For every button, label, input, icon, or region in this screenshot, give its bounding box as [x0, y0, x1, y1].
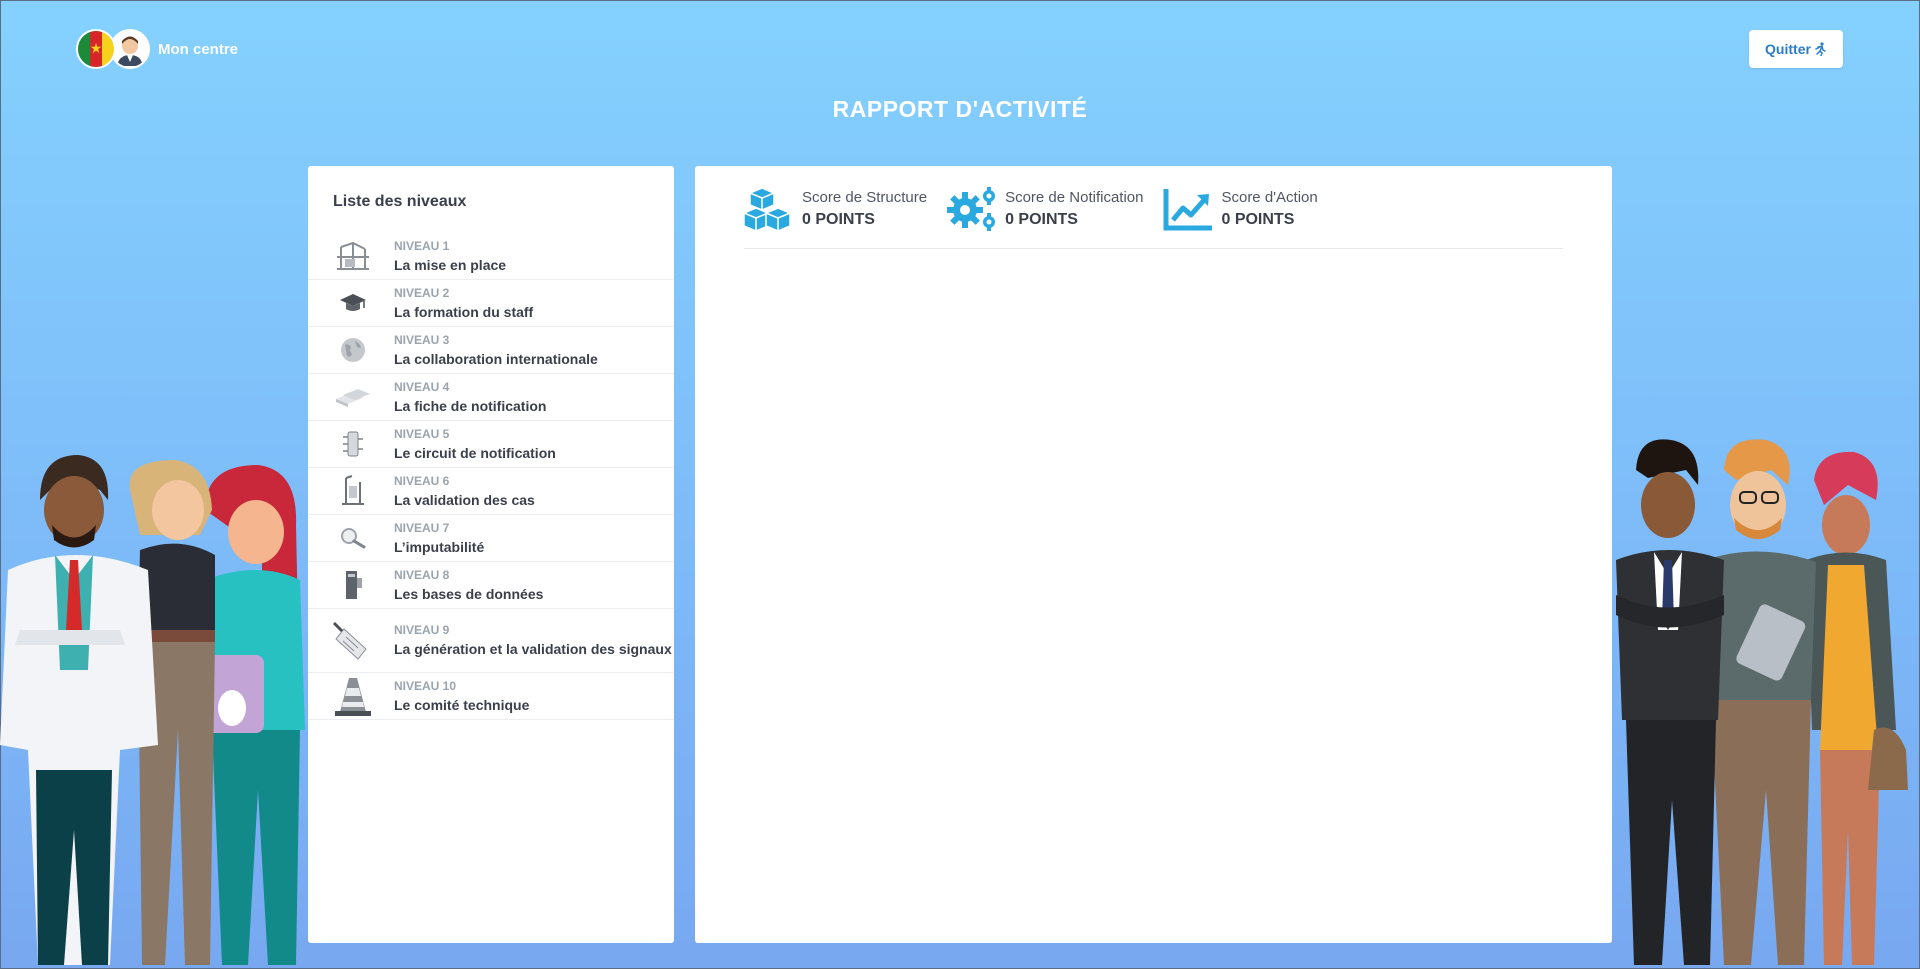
level-item-3[interactable]: NIVEAU 3 La collaboration internationale	[308, 327, 674, 374]
level-name: La collaboration internationale	[394, 350, 598, 367]
trend-chart-icon	[1163, 189, 1213, 231]
cubes-icon	[744, 187, 791, 232]
structure-score: Score de Structure 0 POINTS	[744, 186, 927, 232]
healthcare-team-illustration	[0, 455, 305, 965]
cone-icon	[328, 677, 378, 716]
level-item-4[interactable]: NIVEAU 4 La fiche de notification	[308, 374, 674, 421]
signal-icon	[328, 621, 378, 660]
score-value: 0 POINTS	[802, 210, 875, 228]
level-number: NIVEAU 7	[394, 520, 450, 535]
level-name: La validation des cas	[394, 491, 535, 508]
notification-score: Score de Notification 0 POINTS	[947, 186, 1143, 232]
level-name: La formation du staff	[394, 303, 534, 320]
score-value: 0 POINTS	[1221, 210, 1295, 228]
level-number: NIVEAU 10	[394, 678, 457, 693]
quit-button[interactable]: Quitter	[1749, 30, 1843, 68]
level-number: NIVEAU 8	[394, 567, 450, 582]
level-name: Les bases de données	[394, 585, 544, 602]
level-item-10[interactable]: NIVEAU 10 Le comité technique	[308, 673, 674, 720]
documents-icon	[328, 378, 378, 416]
level-name: La fiche de notification	[394, 397, 547, 414]
level-item-9[interactable]: NIVEAU 9 La génération et la validation d…	[308, 609, 674, 673]
levels-list: NIVEAU 1 La mise en place NIVEAU 2 La form…	[308, 233, 674, 720]
score-label: Score d'Action	[1221, 188, 1318, 206]
levels-panel-title: Liste des niveaux	[333, 193, 467, 210]
level-item-1[interactable]: NIVEAU 1 La mise en place	[308, 233, 674, 280]
centre-link[interactable]: ★ Mon centre	[76, 29, 238, 69]
level-name: Le comité technique	[394, 696, 530, 713]
level-number: NIVEAU 6	[394, 473, 450, 488]
centre-label: Mon centre	[158, 40, 239, 58]
score-value: 0 POINTS	[1005, 210, 1078, 228]
cameroon-flag-icon: ★	[76, 29, 116, 69]
validation-icon	[328, 472, 378, 510]
running-man-icon	[1815, 42, 1826, 56]
level-item-6[interactable]: NIVEAU 6 La validation des cas	[308, 468, 674, 515]
avatar	[110, 29, 150, 69]
score-label: Score de Structure	[802, 188, 928, 206]
levels-panel: Liste des niveaux NIVEAU 1 La mise en pla…	[308, 166, 674, 943]
database-icon	[328, 566, 378, 604]
level-item-5[interactable]: NIVEAU 5 Le circuit de notification	[308, 421, 674, 468]
level-number: NIVEAU 2	[394, 285, 450, 300]
action-score: Score d'Action 0 POINTS	[1163, 186, 1318, 232]
magnifier-icon	[328, 519, 378, 557]
globe-icon	[328, 331, 378, 369]
level-number: NIVEAU 4	[394, 379, 450, 394]
circuit-icon	[328, 425, 378, 463]
office-team-illustration	[1616, 439, 1908, 965]
level-number: NIVEAU 5	[394, 426, 450, 441]
level-item-2[interactable]: NIVEAU 2 La formation du staff	[308, 280, 674, 327]
level-item-7[interactable]: NIVEAU 7 L’imputabilité	[308, 515, 674, 562]
graduation-cap-icon	[328, 284, 378, 322]
level-number: NIVEAU 9	[394, 623, 450, 637]
level-name: La mise en place	[394, 256, 507, 273]
level-name: Le circuit de notification	[394, 444, 556, 461]
level-item-8[interactable]: NIVEAU 8 Les bases de données	[308, 562, 674, 609]
report-panel: Score de Structure 0 POINTS Score de Not…	[695, 166, 1612, 943]
quit-label: Quitter	[1765, 41, 1811, 57]
score-label: Score de Notification	[1005, 188, 1144, 206]
gears-icon	[947, 187, 996, 231]
level-number: NIVEAU 3	[394, 332, 450, 347]
level-name: La génération et la validation des signa…	[394, 641, 672, 657]
divider	[744, 248, 1563, 249]
scaffold-icon	[328, 237, 378, 275]
page-title: RAPPORT D'ACTIVITÉ	[832, 96, 1088, 122]
level-name: L’imputabilité	[394, 538, 485, 555]
scores-bar: Score de Structure 0 POINTS Score de Not…	[744, 186, 1338, 232]
level-number: NIVEAU 1	[394, 238, 450, 253]
